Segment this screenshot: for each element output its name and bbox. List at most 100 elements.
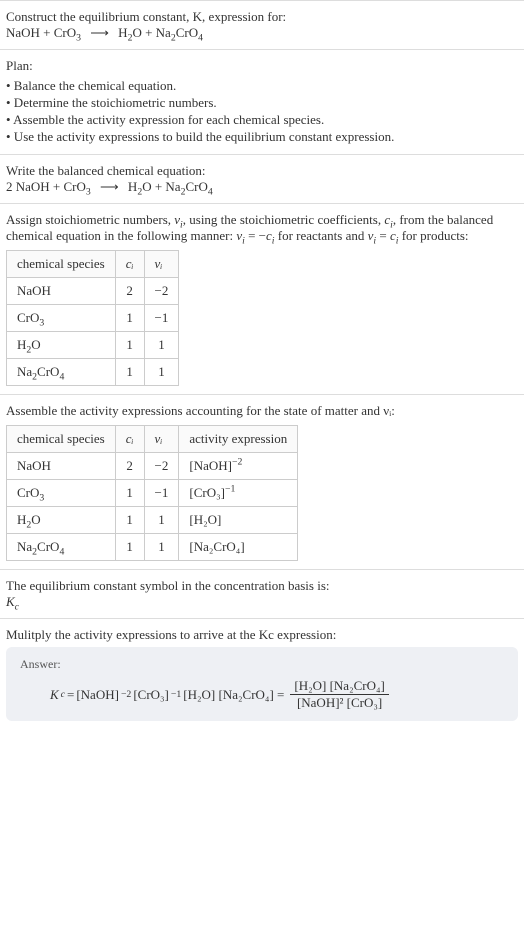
vi-label: νᵢ [155, 431, 163, 446]
plan-section: Plan: • Balance the chemical equation. •… [0, 49, 524, 154]
col-species: chemical species [7, 426, 116, 453]
rhs2: O + Na [132, 25, 170, 40]
text: Mulitply the activity expressions to arr… [6, 627, 336, 642]
intro-section: Construct the equilibrium constant, K, e… [0, 0, 524, 49]
vi-cell: 1 [144, 359, 179, 386]
term: [H₂O] [Na₂CrO₄] = [183, 687, 284, 703]
intro-line1: Construct the equilibrium constant, K, e… [6, 9, 518, 25]
rhs3: CrO [176, 25, 198, 40]
species-cell: Na2CrO4 [7, 359, 116, 386]
table-row: NaOH 2 −2 [7, 278, 179, 305]
vi-cell: −2 [144, 278, 179, 305]
sp2: CrO [37, 539, 59, 554]
vi-cell: −2 [144, 453, 179, 480]
sp: CrO [17, 310, 39, 325]
species-cell: NaOH [7, 278, 116, 305]
sub: 4 [59, 547, 64, 558]
sp2: O [31, 512, 40, 527]
table-header-row: chemical species cᵢ νᵢ activity expressi… [7, 426, 298, 453]
species-cell: CrO3 [7, 305, 116, 332]
table-row: CrO3 1 −1 [7, 305, 179, 332]
sub: 4 [208, 187, 213, 198]
multiply-section: Mulitply the activity expressions to arr… [0, 618, 524, 729]
balanced-equation: 2 NaOH + CrO3 ⟶ H2O + Na2CrO4 [6, 179, 518, 195]
sp2: CrO [37, 364, 59, 379]
sp: NaOH [17, 283, 51, 298]
exp: −1 [225, 484, 235, 495]
activity-cell: [Na₂CrO₄] [179, 534, 298, 561]
sp: H [17, 337, 26, 352]
species-cell: H2O [7, 332, 116, 359]
col-activity: activity expression [179, 426, 298, 453]
symbol-line1: The equilibrium constant symbol in the c… [6, 578, 518, 594]
ci-cell: 1 [115, 480, 144, 507]
term: [NaOH] [76, 687, 119, 703]
table-row: CrO3 1 −1 [CrO₃]−1 [7, 480, 298, 507]
plan-title: Plan: [6, 58, 518, 74]
assign-text: Assign stoichiometric numbers, νi, using… [6, 212, 518, 244]
vi-cell: −1 [144, 305, 179, 332]
term: [CrO₃] [133, 687, 169, 703]
act: [H₂O] [189, 512, 221, 527]
col-ci: cᵢ [115, 251, 144, 278]
rhs1: H [128, 179, 137, 194]
answer-label: Answer: [20, 657, 504, 672]
eq: = − [245, 228, 266, 243]
table-row: NaOH 2 −2 [NaOH]−2 [7, 453, 298, 480]
sp: H [17, 512, 26, 527]
col-vi: νᵢ [144, 426, 179, 453]
species-cell: H2O [7, 507, 116, 534]
k: K [50, 687, 59, 703]
col-vi: νᵢ [144, 251, 179, 278]
plan-item: • Balance the chemical equation. [6, 78, 518, 94]
vi-label: νᵢ [155, 256, 163, 271]
lhs: NaOH + CrO [6, 25, 76, 40]
col-ci: cᵢ [115, 426, 144, 453]
sub: 3 [39, 493, 44, 504]
eq: = [67, 687, 74, 703]
sp: Na [17, 364, 32, 379]
col-species: chemical species [7, 251, 116, 278]
activity-cell: [CrO₃]−1 [179, 480, 298, 507]
text: Assign stoichiometric numbers, [6, 212, 174, 227]
ci-cell: 1 [115, 359, 144, 386]
plan-item: • Determine the stoichiometric numbers. [6, 95, 518, 111]
numerator: [H₂O] [Na₂CrO₄] [290, 678, 389, 695]
species-cell: NaOH [7, 453, 116, 480]
table-row: Na2CrO4 1 1 [Na₂CrO₄] [7, 534, 298, 561]
text: for products: [398, 228, 468, 243]
sub: 4 [198, 33, 203, 44]
species-cell: CrO3 [7, 480, 116, 507]
sp2: O [31, 337, 40, 352]
eq: = [376, 228, 390, 243]
ci-label: cᵢ [126, 431, 134, 446]
sp: NaOH [17, 458, 51, 473]
multiply-title: Mulitply the activity expressions to arr… [6, 627, 518, 643]
rhs2: O + Na [142, 179, 180, 194]
stoich-table: chemical species cᵢ νᵢ NaOH 2 −2 CrO3 1 … [6, 250, 179, 386]
assemble-title: Assemble the activity expressions accoun… [6, 403, 518, 419]
vi-cell: 1 [144, 332, 179, 359]
sub: 4 [59, 372, 64, 383]
balanced-title: Write the balanced chemical equation: [6, 163, 518, 179]
rhs1: H [118, 25, 127, 40]
reaction-arrow-icon: ⟶ [84, 25, 115, 40]
act: [CrO₃] [189, 485, 225, 500]
sub: 3 [39, 318, 44, 329]
sub: 3 [86, 187, 91, 198]
species-cell: Na2CrO4 [7, 534, 116, 561]
vi-cell: 1 [144, 507, 179, 534]
reaction-arrow-icon: ⟶ [94, 179, 125, 194]
denominator: [NaOH]² [CrO₃] [290, 695, 389, 711]
ci-cell: 1 [115, 332, 144, 359]
activity-table: chemical species cᵢ νᵢ activity expressi… [6, 425, 298, 561]
act: [Na₂CrO₄] [189, 539, 244, 554]
activity-cell: [H₂O] [179, 507, 298, 534]
lhs: 2 NaOH + CrO [6, 179, 86, 194]
activity-cell: [NaOH]−2 [179, 453, 298, 480]
assemble-section: Assemble the activity expressions accoun… [0, 394, 524, 569]
symbol-section: The equilibrium constant symbol in the c… [0, 569, 524, 618]
sp: CrO [17, 485, 39, 500]
vi-cell: −1 [144, 480, 179, 507]
k: K [6, 594, 15, 609]
